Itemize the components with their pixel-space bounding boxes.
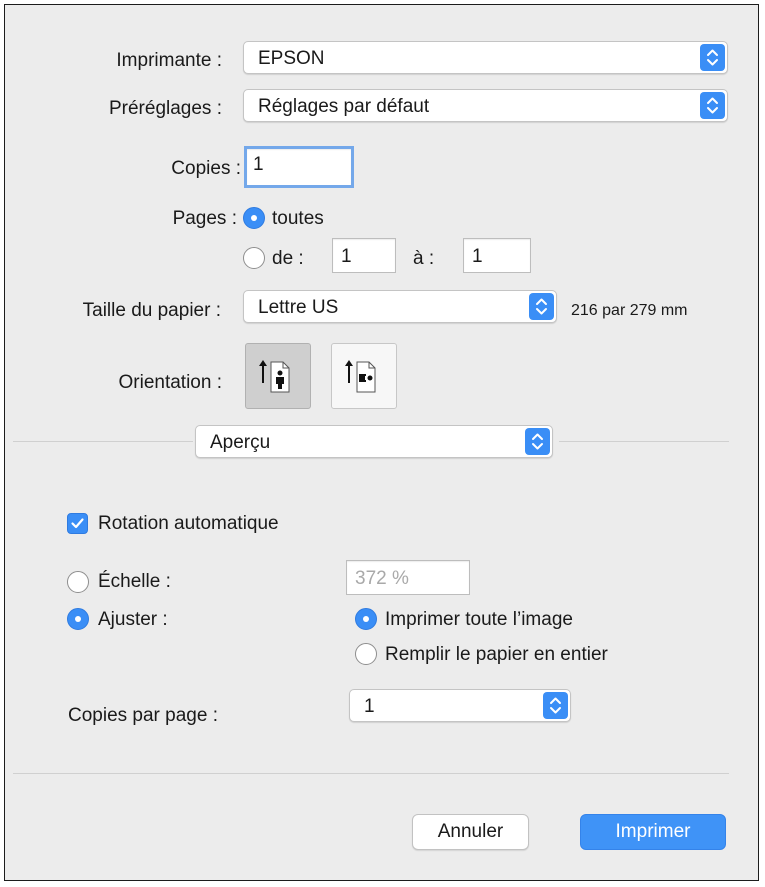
pages-range-radio[interactable] xyxy=(243,247,265,269)
chevron-updown-icon xyxy=(543,692,568,719)
print-entire-image-radio[interactable] xyxy=(355,608,377,630)
orientation-label: Orientation : xyxy=(118,372,223,393)
pages-all-radio[interactable] xyxy=(243,207,265,229)
section-value: Aperçu xyxy=(210,432,271,453)
auto-rotate-label: Rotation automatique xyxy=(98,513,279,534)
scale-value: 372 % xyxy=(355,568,409,589)
printer-label: Imprimante : xyxy=(116,50,222,71)
scale-input[interactable]: 372 % xyxy=(346,560,470,595)
chevron-updown-icon xyxy=(700,92,725,119)
cancel-button[interactable]: Annuler xyxy=(412,814,529,850)
pages-label: Pages : xyxy=(172,208,237,229)
pages-all-label: toutes xyxy=(272,208,324,229)
copies-per-page-label: Copies par page : xyxy=(68,705,218,726)
paper-size-dimensions: 216 par 279 mm xyxy=(571,302,688,319)
chevron-updown-icon xyxy=(700,44,725,71)
fit-radio[interactable] xyxy=(67,608,89,630)
scale-radio[interactable] xyxy=(67,571,89,593)
landscape-orientation-icon xyxy=(345,360,376,393)
copies-input[interactable]: 1 xyxy=(244,146,354,188)
separator xyxy=(13,773,729,774)
print-button[interactable]: Imprimer xyxy=(580,814,726,850)
chevron-updown-icon xyxy=(525,428,550,455)
print-entire-image-label: Imprimer toute l’image xyxy=(385,609,573,630)
printer-value: EPSON xyxy=(258,48,325,69)
pages-range-to-label: à : xyxy=(413,248,435,269)
presets-popup[interactable]: Réglages par défaut xyxy=(243,89,728,122)
copies-per-page-popup[interactable]: 1 xyxy=(349,689,571,722)
chevron-updown-icon xyxy=(529,293,554,320)
checkmark-icon xyxy=(71,518,84,529)
printer-popup[interactable]: EPSON xyxy=(243,41,728,74)
paper-size-label: Taille du papier : xyxy=(82,300,221,321)
paper-size-value: Lettre US xyxy=(258,297,339,318)
copies-per-page-value: 1 xyxy=(364,696,375,717)
auto-rotate-checkbox[interactable] xyxy=(67,513,88,534)
separator xyxy=(559,441,729,442)
fit-label: Ajuster : xyxy=(98,609,168,630)
paper-size-popup[interactable]: Lettre US xyxy=(243,290,557,323)
pages-to-input[interactable]: 1 xyxy=(463,238,531,273)
pages-range-from-label: de : xyxy=(272,248,304,269)
portrait-orientation-button[interactable] xyxy=(245,343,311,409)
copies-label: Copies : xyxy=(171,158,241,179)
portrait-orientation-icon xyxy=(259,360,290,393)
scale-label: Échelle : xyxy=(98,571,171,592)
presets-value: Réglages par défaut xyxy=(258,96,430,117)
pages-to-value: 1 xyxy=(472,246,483,267)
pages-from-input[interactable]: 1 xyxy=(332,238,396,273)
fill-entire-paper-label: Remplir le papier en entier xyxy=(385,644,608,665)
presets-label: Préréglages : xyxy=(108,98,222,119)
copies-value: 1 xyxy=(253,154,264,175)
section-popup[interactable]: Aperçu xyxy=(195,425,553,458)
fill-entire-paper-radio[interactable] xyxy=(355,643,377,665)
landscape-orientation-button[interactable] xyxy=(331,343,397,409)
pages-from-value: 1 xyxy=(341,246,352,267)
separator xyxy=(13,441,193,442)
print-dialog: Imprimante : EPSON Préréglages : Réglage… xyxy=(4,4,759,881)
